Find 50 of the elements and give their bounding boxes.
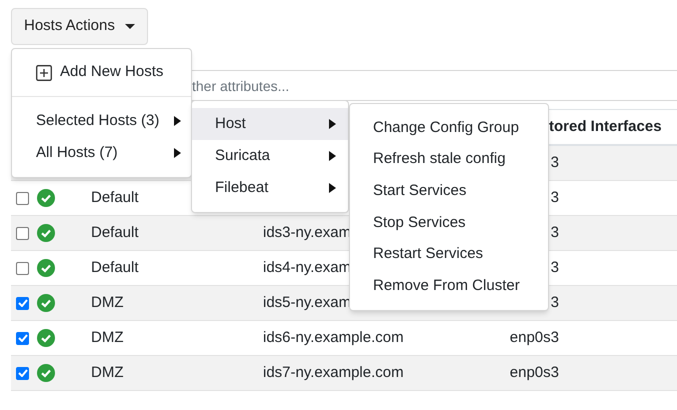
menu-item[interactable]: Filebeat <box>192 172 348 204</box>
check-circle-icon <box>37 259 55 277</box>
menu-item[interactable]: All Hosts (7) <box>12 137 191 169</box>
menu-item[interactable]: Restart Services <box>350 238 548 270</box>
menu-item[interactable]: Remove From Cluster <box>350 270 548 302</box>
table-cell: ids4-ny.exam <box>263 259 352 276</box>
table-cell: ids3-ny.exam <box>263 224 352 241</box>
table-cell-text: enp0s3 <box>510 328 559 348</box>
row-checkbox[interactable] <box>16 366 29 380</box>
menu-item[interactable]: Refresh stale config <box>350 144 548 176</box>
menu-item[interactable]: Change Config Group <box>350 112 548 144</box>
caret-right-icon <box>329 183 336 193</box>
table-cell-text: 3 <box>550 152 559 173</box>
table-cell-text: 3 <box>550 258 559 278</box>
check-circle-icon <box>37 189 55 207</box>
menu-item[interactable]: Suricata <box>192 140 348 172</box>
table-cell: ids7-ny.example.com <box>263 364 404 381</box>
table-cell: ids6-ny.example.com <box>263 329 404 346</box>
caret-right-icon <box>174 148 181 158</box>
table-cell-text: enp0s3 <box>510 362 559 383</box>
caret-right-icon <box>174 116 181 126</box>
caret-right-icon <box>329 151 336 161</box>
column-header: tored Interfaces <box>549 116 662 137</box>
table-cell: Default <box>91 259 139 276</box>
row-checkbox[interactable] <box>16 296 29 310</box>
row-checkbox[interactable] <box>16 226 29 240</box>
check-circle-icon <box>37 294 55 312</box>
caret-icon <box>124 24 135 29</box>
check-circle-icon <box>37 364 55 382</box>
menu-item[interactable]: Host <box>192 108 348 140</box>
check-circle-icon <box>37 224 55 242</box>
row-checkbox[interactable] <box>16 192 29 204</box>
menu-item[interactable]: Stop Services <box>350 207 548 239</box>
table-cell-text: 3 <box>550 222 559 243</box>
table-cell: DMZ <box>91 294 124 311</box>
table-cell: DMZ <box>91 364 124 381</box>
menu-item[interactable]: Selected Hosts (3) <box>12 105 191 137</box>
hosts-actions-button[interactable]: Hosts Actions <box>11 8 148 45</box>
row-checkbox[interactable] <box>16 332 29 344</box>
table-cell: ids5-ny.exam <box>263 294 352 311</box>
menu-item[interactable]: Start Services <box>350 175 548 208</box>
table-cell: Default <box>91 224 139 241</box>
table-cell-text: 3 <box>550 292 559 313</box>
row-checkbox[interactable] <box>16 262 29 274</box>
check-circle-icon <box>37 329 55 347</box>
table-cell: DMZ <box>91 329 124 346</box>
plus-square-icon <box>36 64 52 80</box>
table-cell-text: 3 <box>550 188 559 208</box>
table-cell: Default <box>91 189 139 206</box>
caret-right-icon <box>329 119 336 129</box>
